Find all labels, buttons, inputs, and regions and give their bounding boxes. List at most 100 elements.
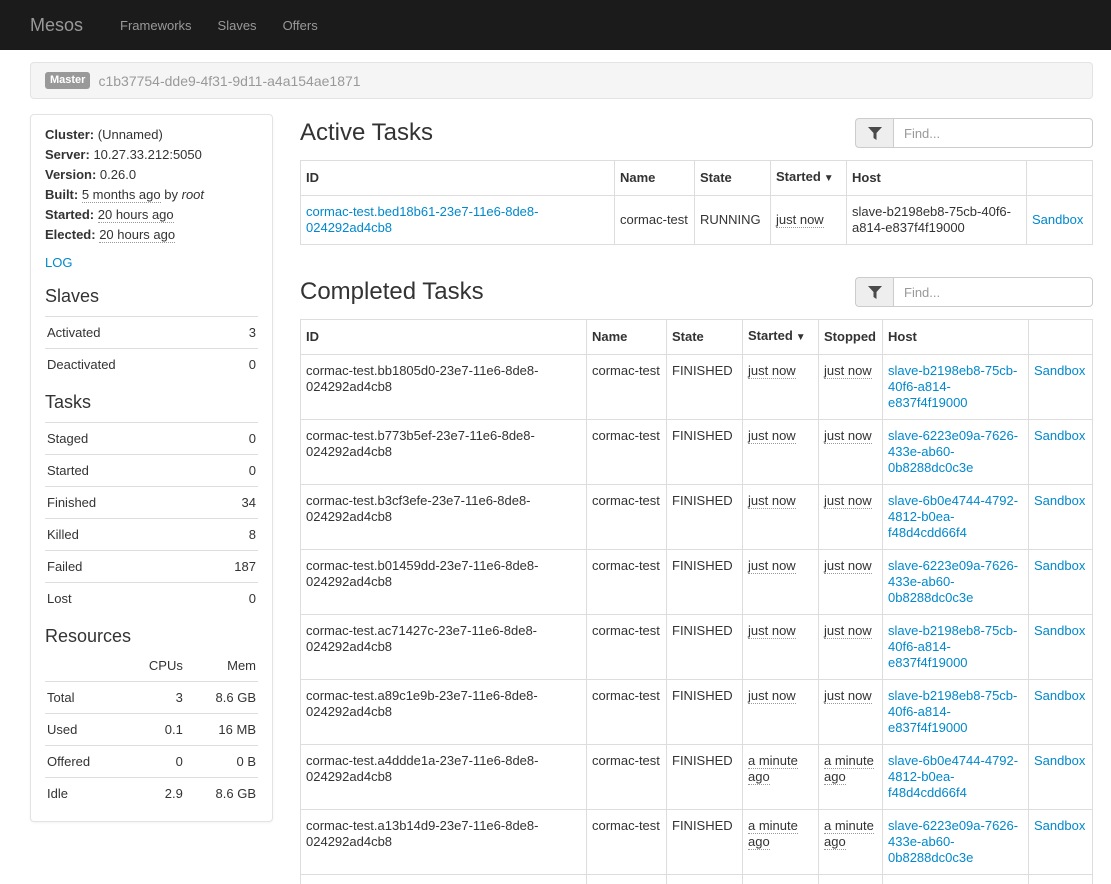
host-link[interactable]: slave-b2198eb8-75cb-40f6-a814-e837f4f190… xyxy=(888,623,1017,670)
task-name: cormac-test xyxy=(587,745,667,810)
col-state[interactable]: State xyxy=(695,161,771,196)
active-tasks-find-group xyxy=(855,118,1093,148)
stat-label: Staged xyxy=(45,423,189,455)
task-name: cormac-test xyxy=(587,615,667,680)
log-link[interactable]: LOG xyxy=(45,255,72,270)
sandbox-link[interactable]: Sandbox xyxy=(1034,363,1085,378)
host-link[interactable]: slave-b2198eb8-75cb-40f6-a814-e837f4f190… xyxy=(888,688,1017,735)
stat-row: Started 0 xyxy=(45,455,258,487)
built-by: by xyxy=(164,187,178,202)
page-container: Master c1b37754-dde9-4f31-9d11-a4a154ae1… xyxy=(0,62,1111,884)
completed-task-row: cormac-test.b3cf3efe-23e7-11e6-8de8-0242… xyxy=(301,485,1093,550)
sandbox-link[interactable]: Sandbox xyxy=(1034,493,1085,508)
stat-value: 34 xyxy=(189,487,258,519)
sandbox-link[interactable]: Sandbox xyxy=(1034,753,1085,768)
col-id[interactable]: ID xyxy=(301,161,615,196)
task-stopped: just now xyxy=(824,688,872,704)
active-tasks-find-input[interactable] xyxy=(893,118,1093,148)
completed-tasks-find-input[interactable] xyxy=(893,277,1093,307)
resource-label: Offered xyxy=(45,746,122,778)
built-label: Built: xyxy=(45,187,78,202)
completed-task-row: cormac-test.a4ddde1a-23e7-11e6-8de8-0242… xyxy=(301,745,1093,810)
task-stopped: a minute ago xyxy=(824,818,874,850)
task-started: just now xyxy=(748,688,796,704)
sidebar: Cluster: (Unnamed) Server: 10.27.33.212:… xyxy=(30,114,273,822)
active-tasks-title: Active Tasks xyxy=(300,118,433,148)
col-sandbox xyxy=(1027,161,1093,196)
version-label: Version: xyxy=(45,167,96,182)
task-id: cormac-test.b773b5ef-23e7-11e6-8de8-0242… xyxy=(301,420,587,485)
master-bar: Master c1b37754-dde9-4f31-9d11-a4a154ae1… xyxy=(30,62,1093,99)
completed-tasks-find-group xyxy=(855,277,1093,307)
cluster-info: Cluster: (Unnamed) Server: 10.27.33.212:… xyxy=(45,125,258,245)
cluster-value: (Unnamed) xyxy=(98,127,163,142)
resource-label: Total xyxy=(45,682,122,714)
version-value: 0.26.0 xyxy=(100,167,136,182)
filter-icon-addon xyxy=(855,118,893,148)
task-id-link[interactable]: cormac-test.bed18b61-23e7-11e6-8de8-0242… xyxy=(306,204,538,235)
filter-icon-addon xyxy=(855,277,893,307)
task-started: just now xyxy=(748,493,796,509)
completed-task-row: cormac-test.bb1805d0-23e7-11e6-8de8-0242… xyxy=(301,355,1093,420)
col-id[interactable]: ID xyxy=(301,320,587,355)
col-started[interactable]: Started▼ xyxy=(743,320,819,355)
started-label: Started: xyxy=(45,207,94,222)
host-link[interactable]: slave-6223e09a-7626-433e-ab60-0b8288dc0c… xyxy=(888,428,1018,475)
resource-row: Used 0.1 16 MB xyxy=(45,714,258,746)
col-host[interactable]: Host xyxy=(883,320,1029,355)
col-stopped[interactable]: Stopped xyxy=(819,320,883,355)
active-tasks-section: Active Tasks ID Nam xyxy=(300,118,1093,245)
sandbox-link[interactable]: Sandbox xyxy=(1034,688,1085,703)
host-link[interactable]: slave-6b0e4744-4792-4812-b0ea-f48d4cdd66… xyxy=(888,493,1018,540)
task-started: just now xyxy=(748,428,796,444)
task-id xyxy=(301,875,587,884)
completed-tasks-section: Completed Tasks ID xyxy=(300,277,1093,884)
completed-tasks-table: ID Name State Started▼ Stopped Host xyxy=(300,319,1093,884)
nav-item[interactable]: Offers xyxy=(270,2,331,49)
sandbox-link[interactable]: Sandbox xyxy=(1034,558,1085,573)
sandbox-link[interactable]: Sandbox xyxy=(1032,212,1083,227)
server-label: Server: xyxy=(45,147,90,162)
tasks-table: Staged 0 Started 0 Finished 34 xyxy=(45,422,258,614)
stat-row: Finished 34 xyxy=(45,487,258,519)
host-link[interactable]: slave-6223e09a-7626-433e-ab60-0b8288dc0c… xyxy=(888,818,1018,865)
task-state: FINISHED xyxy=(667,680,743,745)
server-value: 10.27.33.212:5050 xyxy=(93,147,201,162)
col-name[interactable]: Name xyxy=(587,320,667,355)
stat-label: Started xyxy=(45,455,189,487)
navbar-menu: Frameworks Slaves Offers xyxy=(107,2,331,49)
nav-item[interactable]: Slaves xyxy=(205,2,270,49)
resources-col-blank xyxy=(45,656,122,682)
col-name[interactable]: Name xyxy=(615,161,695,196)
stat-value: 0 xyxy=(229,349,258,381)
col-state[interactable]: State xyxy=(667,320,743,355)
task-state: FINISHED xyxy=(667,355,743,420)
table-header-row: ID Name State Started▼ Host xyxy=(301,161,1093,196)
task-state: FINISHED xyxy=(667,550,743,615)
nav-item[interactable]: Frameworks xyxy=(107,2,205,49)
task-id: cormac-test.ac71427c-23e7-11e6-8de8-0242… xyxy=(301,615,587,680)
sandbox-link[interactable]: Sandbox xyxy=(1034,818,1085,833)
stat-row: Staged 0 xyxy=(45,423,258,455)
col-host[interactable]: Host xyxy=(847,161,1027,196)
col-started[interactable]: Started▼ xyxy=(771,161,847,196)
task-id: cormac-test.a13b14d9-23e7-11e6-8de8-0242… xyxy=(301,810,587,875)
host-link[interactable]: slave-b2198eb8-75cb-40f6-a814-e837f4f190… xyxy=(888,363,1017,410)
main-content: Active Tasks ID Nam xyxy=(300,114,1093,884)
host-link[interactable]: slave-6b0e4744-4792-4812-b0ea-f48d4cdd66… xyxy=(888,753,1018,800)
stat-value: 0 xyxy=(189,455,258,487)
col-sandbox xyxy=(1029,320,1093,355)
task-name: cormac-test xyxy=(587,550,667,615)
sandbox-link[interactable]: Sandbox xyxy=(1034,428,1085,443)
stat-label: Failed xyxy=(45,551,189,583)
task-started: a minute ago xyxy=(748,753,798,785)
resource-cpus: 2.9 xyxy=(122,778,184,810)
completed-task-row: cormac-test.a13b14d9-23e7-11e6-8de8-0242… xyxy=(301,810,1093,875)
slaves-table: Activated 3 Deactivated 0 xyxy=(45,316,258,380)
sandbox-link[interactable]: Sandbox xyxy=(1034,623,1085,638)
brand-mesos[interactable]: Mesos xyxy=(30,15,83,36)
stat-value: 3 xyxy=(229,317,258,349)
task-state: FINISHED xyxy=(667,485,743,550)
host-link[interactable]: slave-6223e09a-7626-433e-ab60-0b8288dc0c… xyxy=(888,558,1018,605)
task-stopped: just now xyxy=(824,428,872,444)
